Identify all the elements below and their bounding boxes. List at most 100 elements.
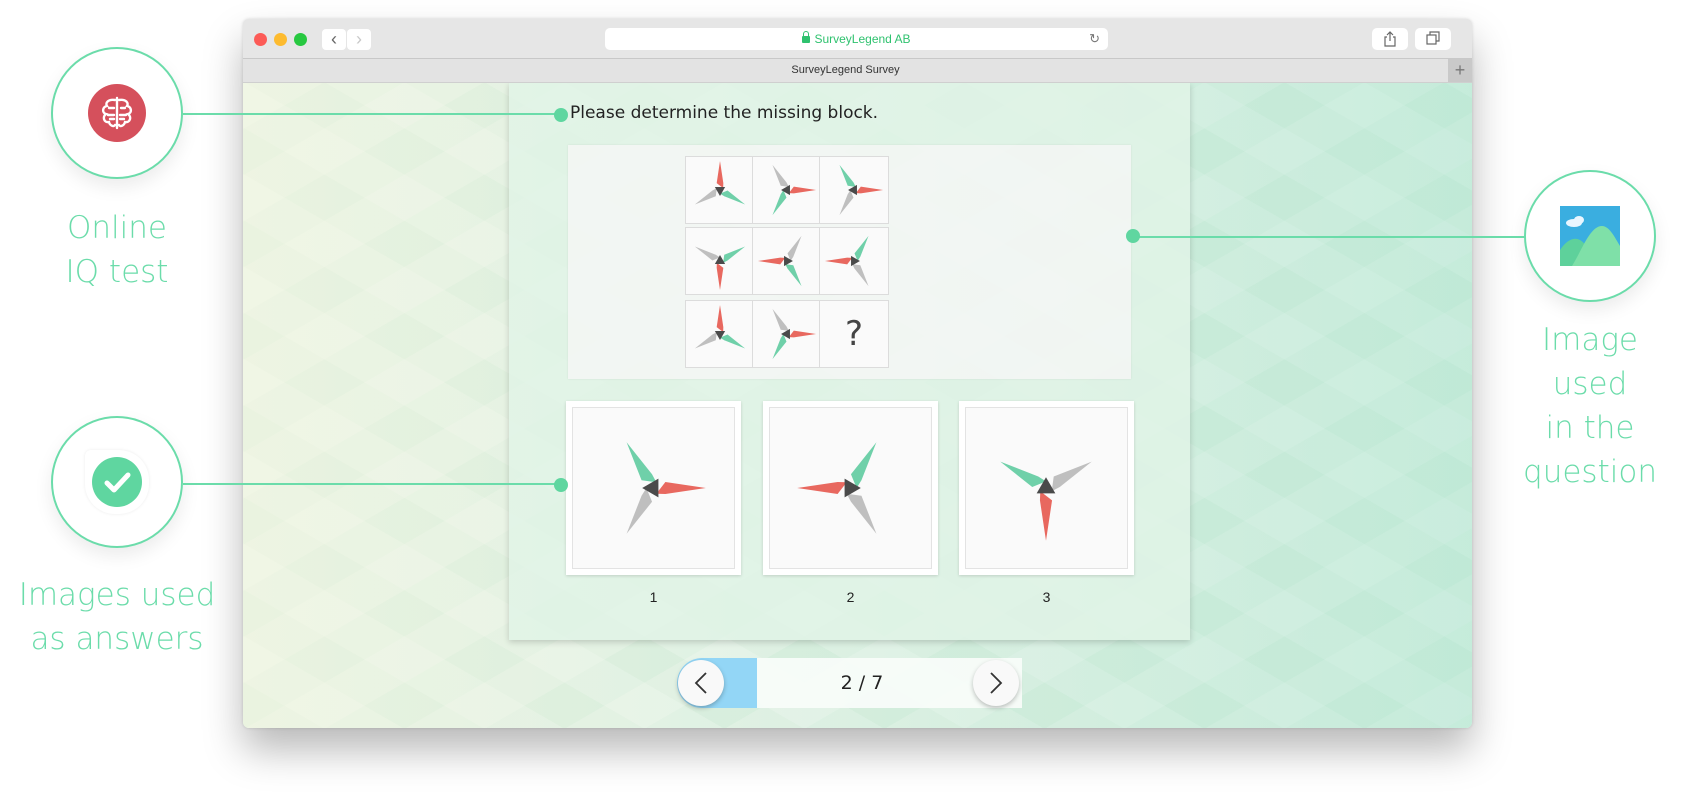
- gray-arm: [694, 246, 720, 261]
- pinwheel-figure: [1000, 461, 1092, 541]
- red-arm: [788, 330, 817, 338]
- annotation-line: Image used: [1541, 322, 1638, 402]
- tab-active[interactable]: SurveyLegend Survey: [243, 59, 1448, 82]
- show-tabs-button[interactable]: [1415, 28, 1451, 50]
- brain-icon: [88, 84, 146, 142]
- checkmark-icon: [92, 457, 142, 507]
- maximize-window-button[interactable]: [294, 33, 307, 46]
- address-bar[interactable]: SurveyLegend AB ↻: [605, 28, 1108, 50]
- forward-button[interactable]: ›: [347, 29, 371, 50]
- pagination-bar: 2 / 7: [677, 658, 1022, 708]
- question-card: Please determine the missing block. ? 1 …: [509, 83, 1190, 640]
- answer-label-1: 1: [649, 589, 658, 605]
- question-text: Please determine the missing block.: [570, 103, 879, 123]
- connector-line-answers: [183, 483, 560, 485]
- annotation-iq-label: Online IQ test: [27, 206, 207, 294]
- gray-arm: [839, 190, 854, 216]
- green-arm: [723, 246, 746, 263]
- pinwheel-figure: [694, 246, 746, 291]
- connector-dot-question-image: [1126, 229, 1140, 243]
- pinwheel-figure: [694, 304, 746, 349]
- annotation-question-image-circle: [1524, 170, 1656, 302]
- connector-line-iq: [183, 113, 560, 115]
- red-arm: [1039, 491, 1053, 541]
- lock-icon: [802, 31, 811, 43]
- red-arm: [656, 481, 706, 495]
- back-button[interactable]: ‹: [322, 29, 346, 50]
- pinwheel-figure: [772, 308, 817, 360]
- green-arm: [785, 264, 802, 287]
- green-arm: [720, 334, 746, 349]
- tabs-overview-icon: [1426, 31, 1440, 45]
- answer-option-3[interactable]: [959, 401, 1134, 575]
- green-arm: [850, 442, 877, 488]
- answer-label-2: 2: [846, 589, 855, 605]
- pinwheel-figure: [824, 235, 869, 287]
- gray-arm: [1051, 461, 1092, 492]
- share-icon: [1384, 31, 1396, 47]
- red-arm: [716, 262, 724, 291]
- gray-arm: [852, 264, 869, 287]
- close-window-button[interactable]: [254, 33, 267, 46]
- green-arm: [772, 334, 787, 360]
- red-arm: [788, 186, 817, 194]
- answer-image: [769, 407, 932, 569]
- page-content: Please determine the missing block. ? 1 …: [243, 83, 1472, 728]
- matrix-tile: [752, 156, 822, 224]
- chevron-right-icon: ›: [356, 29, 362, 49]
- connector-line-question-image: [1132, 236, 1525, 238]
- annotation-line: as answers: [30, 621, 204, 657]
- red-arm: [855, 186, 884, 194]
- pinwheel-figure: [626, 442, 706, 534]
- pinwheel-figure: [694, 160, 746, 205]
- pinwheel-figure: [772, 164, 817, 216]
- chevron-left-icon: ‹: [331, 29, 337, 49]
- pinwheel-figure: [797, 442, 877, 534]
- answer-image: [572, 407, 735, 569]
- green-arm: [1000, 461, 1046, 488]
- connector-dot-iq: [554, 108, 568, 122]
- annotation-line: in the: [1545, 410, 1635, 446]
- gray-arm: [772, 164, 789, 187]
- share-button[interactable]: [1372, 28, 1408, 50]
- annotation-line: Images used: [18, 577, 216, 613]
- answer-option-1[interactable]: [566, 401, 741, 575]
- gray-arm: [694, 332, 717, 349]
- annotation-line: Online: [67, 210, 167, 246]
- matrix-tile: [685, 227, 755, 295]
- matrix-tile: [752, 300, 822, 368]
- gray-arm: [626, 488, 653, 534]
- matrix-tile: [819, 227, 889, 295]
- green-arm: [626, 442, 657, 483]
- chevron-right-icon: [990, 672, 1003, 694]
- gray-arm: [846, 493, 877, 534]
- red-arm: [716, 160, 724, 189]
- pinwheel-figure: [757, 235, 802, 287]
- next-page-button[interactable]: [973, 660, 1019, 706]
- gray-arm: [694, 188, 717, 205]
- annotation-line: IQ test: [65, 254, 169, 290]
- connector-dot-answers: [554, 478, 568, 492]
- gray-arm: [787, 235, 802, 261]
- image-icon: [1560, 206, 1620, 266]
- reload-icon[interactable]: ↻: [1089, 28, 1100, 50]
- annotation-line: question: [1523, 454, 1657, 490]
- new-tab-button[interactable]: +: [1448, 59, 1472, 82]
- browser-window: ‹ › SurveyLegend AB ↻ SurveyLegend Surve…: [243, 19, 1472, 728]
- chevron-left-icon: [694, 672, 707, 694]
- matrix-tile: [752, 227, 822, 295]
- red-arm: [797, 481, 847, 495]
- answer-option-2[interactable]: [763, 401, 938, 575]
- plus-icon: +: [1454, 60, 1466, 80]
- checkmark-badge: [85, 450, 149, 514]
- answer-label-3: 3: [1042, 589, 1051, 605]
- annotation-answers-label: Images used as answers: [17, 573, 217, 661]
- minimize-window-button[interactable]: [274, 33, 287, 46]
- annotation-answers-circle: [51, 416, 183, 548]
- address-text: SurveyLegend AB: [814, 32, 911, 46]
- question-image-panel: ?: [568, 145, 1131, 379]
- missing-tile: ?: [819, 300, 889, 368]
- green-arm: [854, 235, 869, 261]
- red-arm: [757, 257, 786, 265]
- previous-page-button[interactable]: [678, 660, 724, 706]
